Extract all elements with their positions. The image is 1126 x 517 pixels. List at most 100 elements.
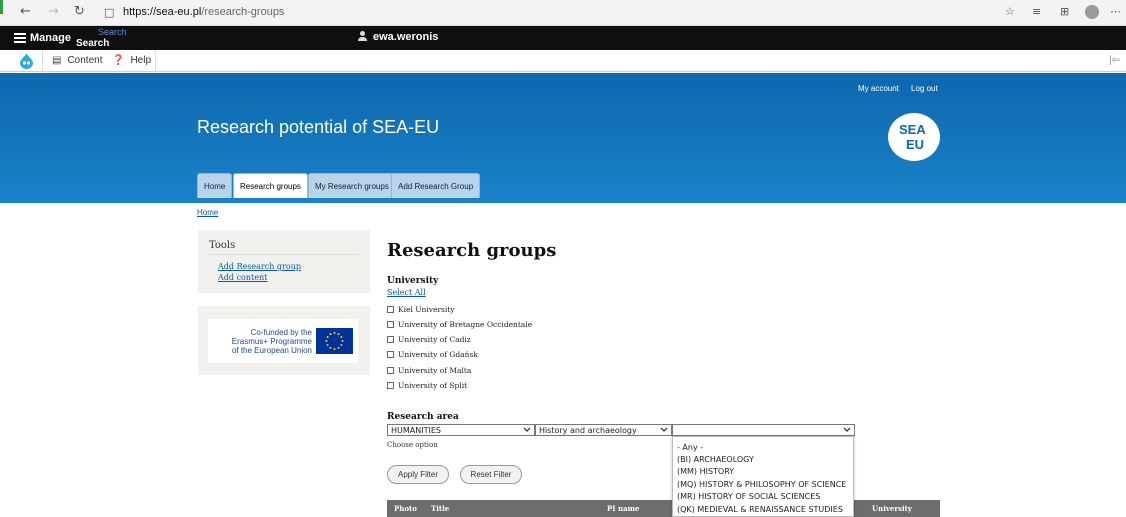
subfield-select[interactable] [672, 424, 855, 436]
dropdown-option[interactable]: (MQ) HISTORY & PHILOSOPHY OF SCIENCE [677, 480, 846, 489]
divider [155, 50, 156, 72]
forward-icon[interactable]: → [48, 4, 59, 19]
log-out-link[interactable]: Log out [911, 84, 938, 93]
help-menu-item[interactable]: ❓ Help [112, 55, 151, 66]
page-title: Research groups [387, 240, 557, 261]
university-checkbox[interactable]: University of Cadiz [387, 335, 471, 345]
url-path: /research-groups [201, 6, 285, 18]
more-icon[interactable]: ⋯ [1110, 5, 1121, 18]
content-icon: ▤ [52, 55, 62, 66]
column-header-university[interactable]: University [872, 504, 912, 513]
area-select-value: HUMANITIES [391, 426, 441, 435]
checkbox[interactable] [387, 367, 394, 374]
erasmus-line: Erasmus+ Programme [231, 337, 312, 346]
erasmus-line: of the European Union [231, 346, 312, 355]
add-research-group-link[interactable]: Add Research group [218, 262, 301, 271]
breadcrumb[interactable]: Home [197, 208, 218, 217]
user-icon [358, 31, 367, 41]
university-checkbox[interactable]: University of Gdańsk [387, 350, 478, 360]
checkbox[interactable] [387, 306, 394, 313]
checkbox[interactable] [387, 321, 394, 328]
tab-research-groups[interactable]: Research groups [233, 173, 308, 198]
my-account-link[interactable]: My account [858, 84, 899, 93]
tab-my-research-groups[interactable]: My Research groups [308, 173, 396, 198]
drupal-logo-icon[interactable] [19, 53, 34, 69]
dropdown-option[interactable]: - Any - [677, 443, 703, 452]
collections-icon[interactable]: ⊞ [1060, 5, 1069, 18]
search-tab[interactable]: Search [76, 38, 109, 49]
collapse-icon[interactable]: |⇦ [1109, 55, 1120, 66]
back-icon[interactable]: ← [20, 4, 31, 19]
erasmus-text: Co-funded by the Erasmus+ Programme of t… [212, 328, 312, 355]
eu-flag-icon [316, 328, 353, 354]
search-ghost-label: Search [98, 27, 127, 37]
chevron-down-icon [843, 427, 851, 432]
university-name: University of Split [398, 381, 468, 390]
profile-avatar[interactable] [1085, 5, 1099, 19]
dropdown-option[interactable]: (MM) HISTORY [677, 467, 734, 476]
chevron-down-icon [523, 427, 531, 432]
favorites-list-icon[interactable]: ≡ [1032, 5, 1041, 18]
university-name: University of Gdańsk [398, 350, 478, 359]
university-checkbox[interactable]: Kiel University [387, 305, 455, 315]
menu-icon [14, 31, 26, 45]
page-loading-indicator [0, 0, 3, 14]
divider [42, 50, 43, 72]
dropdown-option[interactable]: (BI) ARCHAEOLOGY [677, 455, 754, 464]
manage-button[interactable]: Manage [14, 31, 71, 45]
university-checkbox[interactable]: University of Split [387, 381, 467, 391]
checkbox[interactable] [387, 336, 394, 343]
erasmus-banner: Co-funded by the Erasmus+ Programme of t… [208, 319, 358, 363]
university-checkbox[interactable]: University of Malta [387, 366, 471, 376]
checkbox[interactable] [387, 382, 394, 389]
favorite-icon[interactable]: ☆ [1005, 5, 1015, 18]
page-info-icon[interactable]: □ [104, 6, 114, 19]
user-menu[interactable]: ewa.weronis [358, 31, 438, 43]
select-all-link[interactable]: Select All [387, 288, 426, 297]
logo-text-bottom: EU [906, 137, 925, 152]
help-label: Help [130, 55, 152, 66]
column-header-title[interactable]: Title [431, 504, 449, 513]
dropdown-option[interactable]: (QK) MEDIEVAL & RENAISSANCE STUDIES [677, 505, 843, 514]
admin-subbar: ▤ Content ❓ Help |⇦ [0, 50, 1126, 72]
tab-add-research-group[interactable]: Add Research Group [391, 173, 481, 198]
browser-toolbar: ← → ↻ □ https://sea-eu.pl/research-group… [0, 0, 1126, 26]
research-area-label: Research area [387, 412, 459, 422]
manage-label: Manage [30, 31, 71, 44]
area-select[interactable]: HUMANITIES [387, 424, 535, 436]
sea-eu-logo[interactable]: SEA EU [888, 113, 940, 161]
add-content-link[interactable]: Add content [218, 273, 267, 282]
tools-block: Tools Add Research group Add content [198, 230, 370, 293]
results-table-header: Photo Title PI name University [387, 500, 940, 517]
reset-filter-button[interactable]: Reset Filter [460, 465, 522, 484]
column-header-pi-name[interactable]: PI name [607, 504, 639, 513]
site-header: My account Log out Research potential of… [0, 73, 1126, 203]
subfield-dropdown-list: - Any - (BI) ARCHAEOLOGY (MM) HISTORY (M… [672, 436, 854, 517]
username: ewa.weronis [373, 31, 439, 43]
university-checkbox[interactable]: University of Bretagne Occidentale [387, 320, 532, 330]
apply-filter-button[interactable]: Apply Filter [387, 465, 449, 484]
site-name[interactable]: Research potential of SEA-EU [197, 117, 439, 138]
divider [209, 254, 359, 255]
admin-toolbar: Manage Search Search ewa.weronis [0, 26, 1126, 50]
chevron-down-icon [660, 427, 668, 432]
checkbox[interactable] [387, 351, 394, 358]
content-menu-item[interactable]: ▤ Content [52, 55, 102, 66]
erasmus-line: Co-funded by the [250, 328, 312, 337]
university-name: University of Bretagne Occidentale [398, 320, 533, 329]
field-select-value: History and archaeology [539, 426, 637, 435]
erasmus-block: Co-funded by the Erasmus+ Programme of t… [198, 306, 370, 375]
choose-option-hint: Choose option [387, 441, 438, 449]
tab-home[interactable]: Home [197, 173, 233, 198]
logo-text-top: SEA [899, 122, 926, 137]
column-header-photo[interactable]: Photo [394, 504, 417, 513]
url-host: https://sea-eu.pl [123, 6, 202, 18]
address-bar[interactable]: https://sea-eu.pl/research-groups [123, 6, 284, 18]
help-icon: ❓ [112, 55, 125, 66]
field-select[interactable]: History and archaeology [535, 424, 672, 436]
tools-title: Tools [209, 240, 236, 251]
dropdown-option[interactable]: (MR) HISTORY OF SOCIAL SCIENCES [677, 492, 820, 501]
university-name: University of Malta [398, 366, 472, 375]
university-name: University of Cadiz [398, 335, 471, 344]
reload-icon[interactable]: ↻ [74, 4, 85, 19]
